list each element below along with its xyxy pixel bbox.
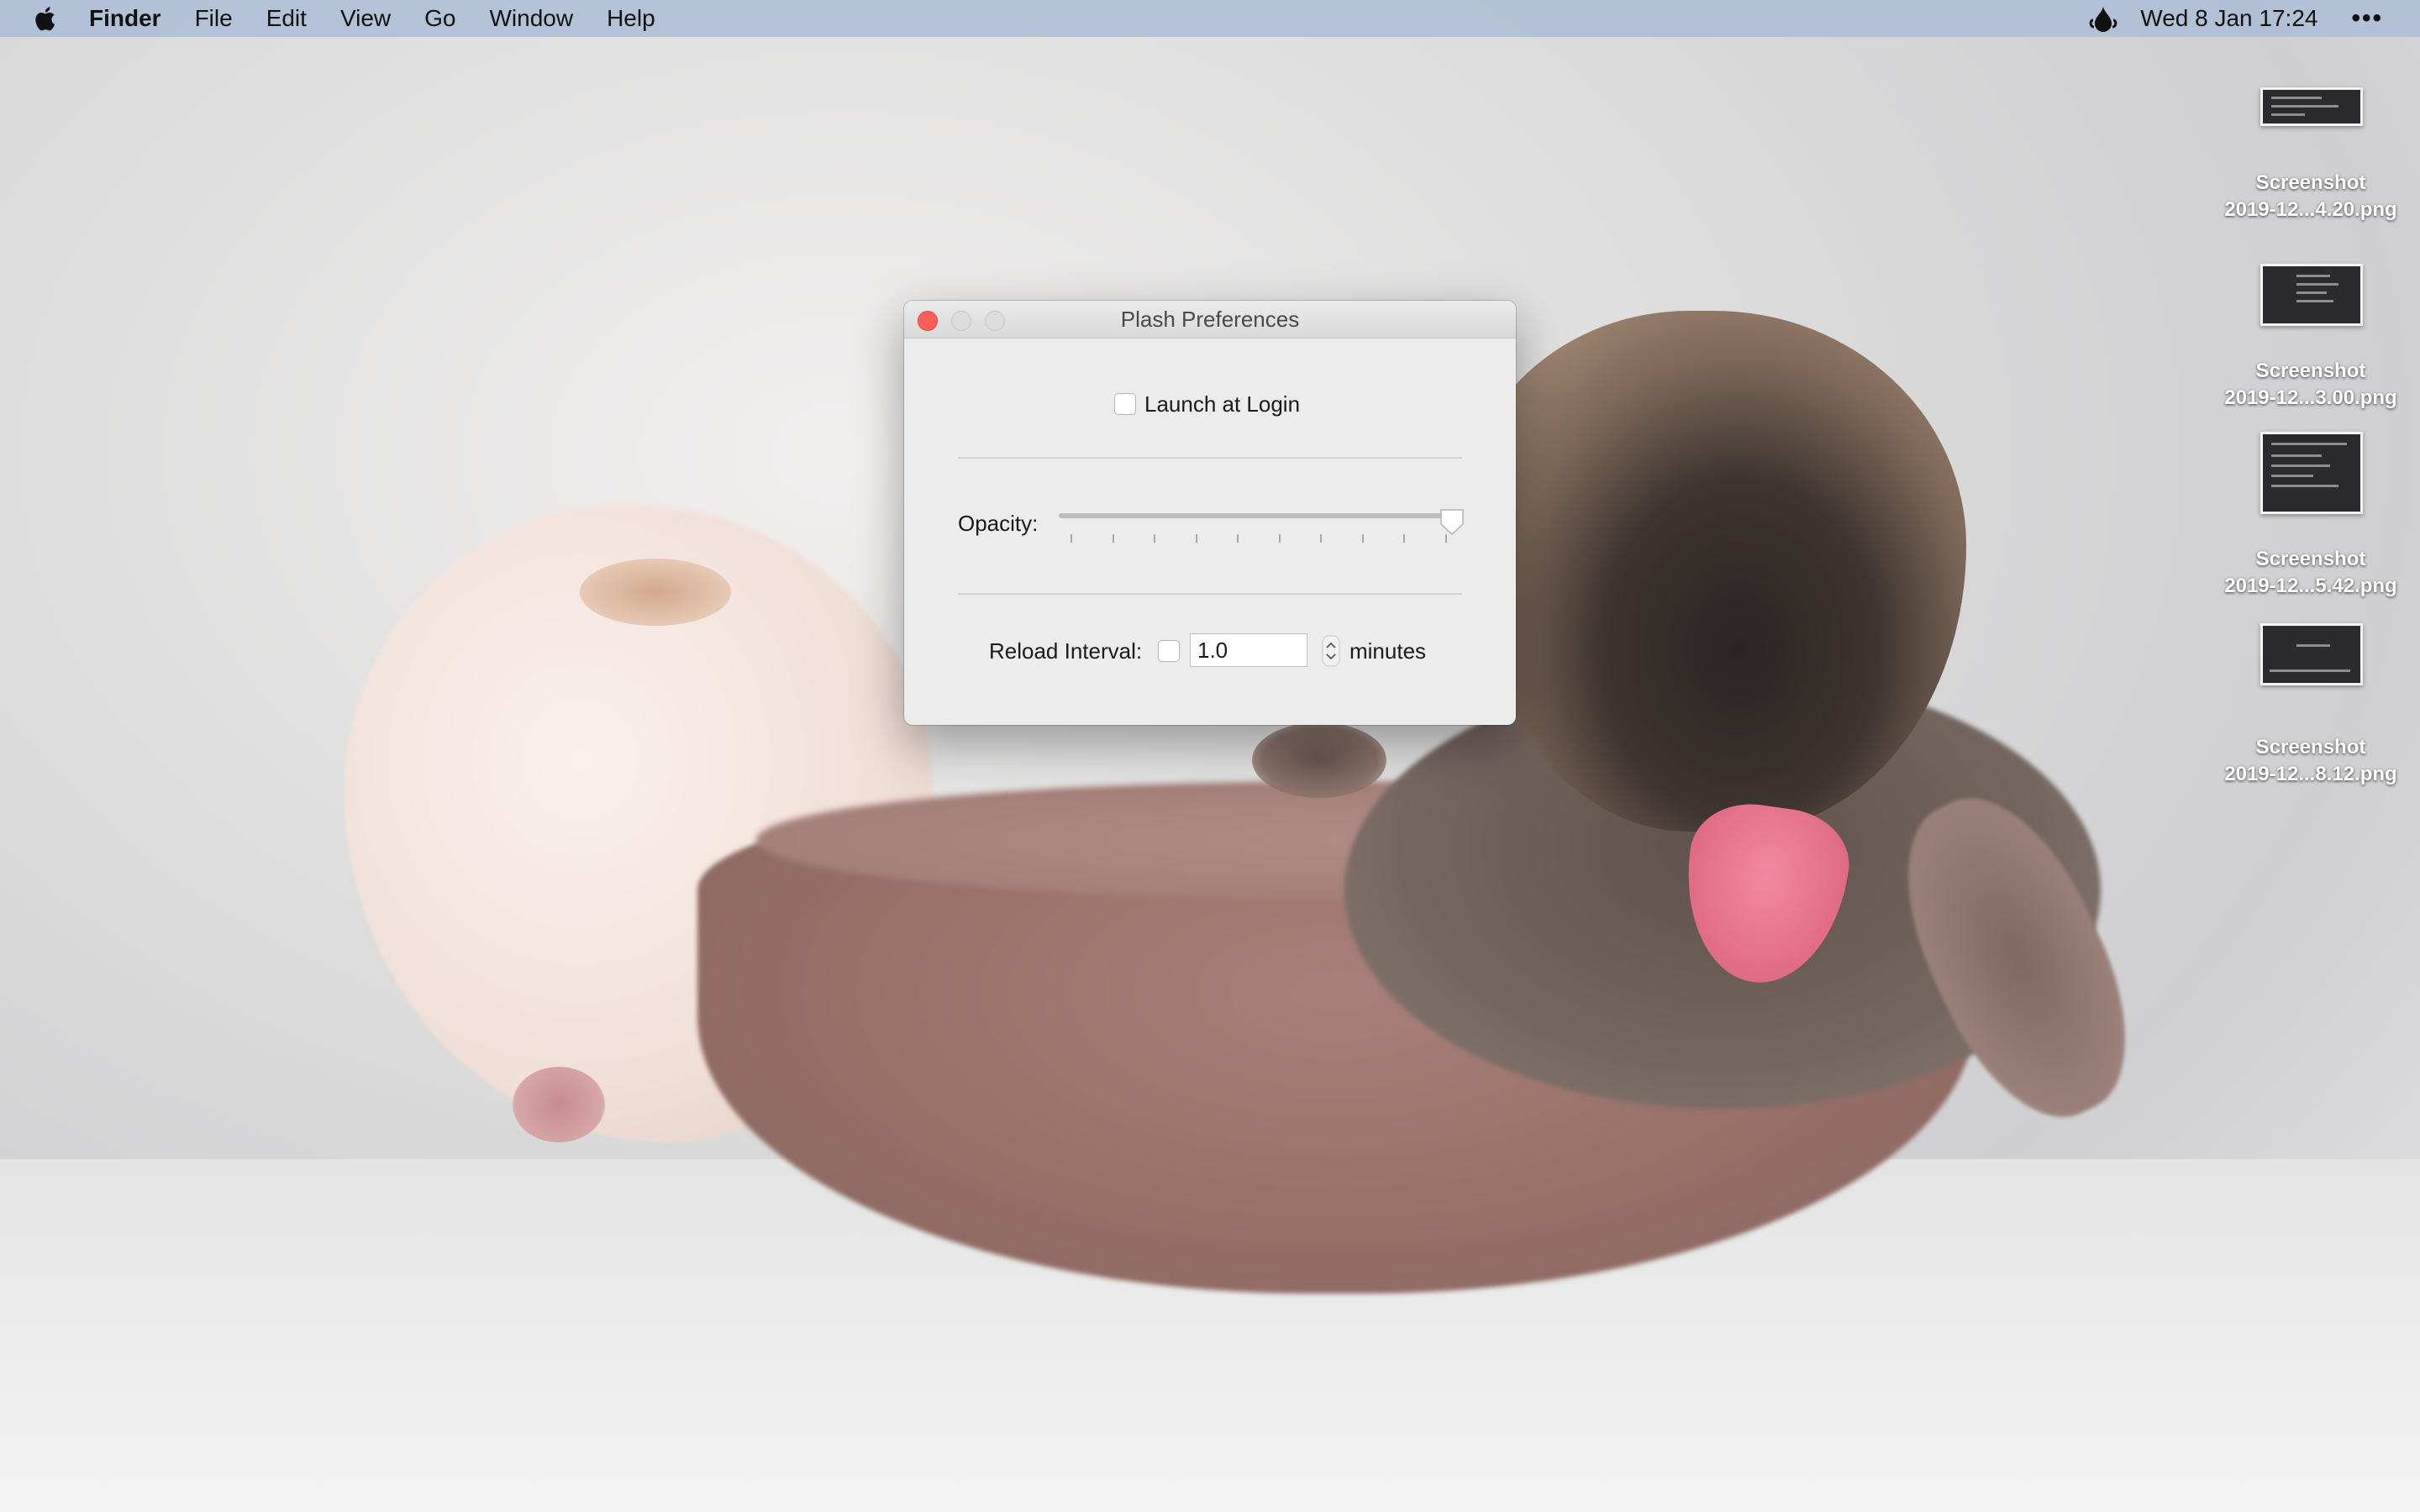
file-thumbnail-icon (2260, 432, 2363, 514)
file-name-line2: 2019-12...8.12.png (2224, 763, 2397, 785)
slider-tick (1113, 534, 1114, 543)
file-name-line1: Screenshot (2255, 736, 2366, 759)
file-thumbnail-icon (2260, 623, 2363, 685)
menu-bar-clock[interactable]: Wed 8 Jan 17:24 (2140, 5, 2317, 32)
file-name-line2: 2019-12...3.00.png (2224, 386, 2397, 409)
file-thumbnail-icon (2260, 87, 2363, 126)
slider-tick (1403, 534, 1405, 543)
preferences-window: Plash Preferences Launch at Login Opacit… (904, 301, 1516, 725)
file-name-line1: Screenshot (2255, 171, 2366, 194)
slider-tick (1154, 534, 1155, 543)
menu-file[interactable]: File (195, 0, 233, 37)
apple-logo-icon[interactable] (32, 3, 60, 34)
slider-tick (1362, 534, 1364, 543)
desktop-wallpaper (0, 0, 2420, 1512)
reload-interval-stepper[interactable] (1322, 635, 1340, 667)
file-name-line2: 2019-12...4.20.png (2224, 198, 2397, 221)
menu-help[interactable]: Help (607, 0, 655, 37)
slider-tick (1196, 534, 1197, 543)
reload-interval-input[interactable]: 1.0 (1190, 633, 1307, 667)
file-name-line2: 2019-12...5.42.png (2224, 575, 2397, 597)
menu-bar-status-area: Wed 8 Jan 17:24 ••• (2086, 0, 2420, 37)
wallpaper-white-puppy-ear (580, 559, 731, 626)
window-titlebar[interactable]: Plash Preferences (904, 301, 1516, 339)
launch-at-login-checkbox[interactable] (1114, 393, 1136, 415)
slider-tick (1237, 534, 1239, 543)
launch-at-login-label[interactable]: Launch at Login (1144, 391, 1300, 417)
menu-go[interactable]: Go (424, 0, 455, 37)
opacity-label: Opacity: (958, 511, 1039, 536)
file-name-line1: Screenshot (2255, 360, 2366, 382)
file-thumbnail-icon (2260, 264, 2363, 326)
reload-interval-unit: minutes (1349, 638, 1427, 664)
wallpaper-dark-puppy-paw (1252, 722, 1386, 798)
separator-bottom (958, 593, 1462, 595)
reload-interval-checkbox[interactable] (1158, 640, 1180, 662)
separator-top (958, 457, 1462, 459)
wallpaper-white-puppy-nose (513, 1067, 605, 1142)
window-title: Plash Preferences (1120, 307, 1300, 332)
opacity-slider-track[interactable] (1059, 513, 1454, 518)
plash-drop-icon[interactable] (2086, 2, 2120, 35)
menu-bar: Finder File Edit View Go Window Help Wed… (0, 0, 2420, 37)
menu-edit[interactable]: Edit (266, 0, 307, 37)
opacity-slider-knob[interactable] (1439, 507, 1465, 536)
file-name-line1: Screenshot (2255, 548, 2366, 570)
slider-tick (1320, 534, 1322, 543)
menu-view[interactable]: View (340, 0, 391, 37)
menu-app-finder[interactable]: Finder (89, 0, 161, 37)
slider-tick (1071, 534, 1072, 543)
reload-interval-label: Reload Interval: (989, 638, 1143, 664)
more-icon[interactable]: ••• (2351, 4, 2383, 33)
slider-tick (1279, 534, 1281, 543)
menu-window[interactable]: Window (489, 0, 573, 37)
